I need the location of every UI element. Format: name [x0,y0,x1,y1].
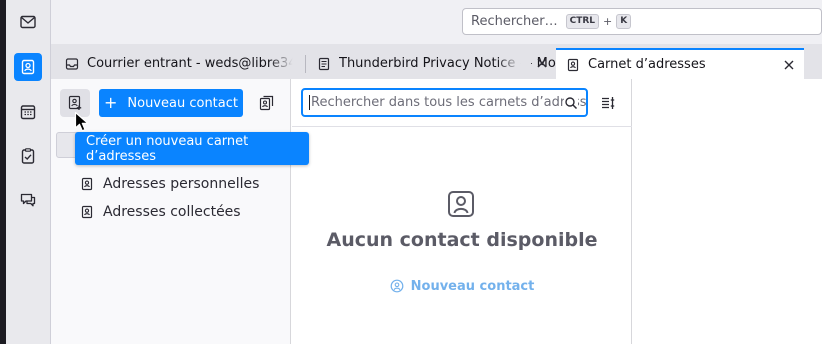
text-caret [309,95,310,110]
mail-space-button[interactable] [14,8,42,36]
address-book-icon [81,177,93,191]
new-list-button[interactable] [257,93,277,113]
book-item-collected[interactable]: Adresses collectées [80,201,241,223]
mouse-cursor-icon [74,111,89,132]
envelope-icon [20,15,36,29]
empty-state-link-label: Nouveau contact [410,278,535,294]
contact-details-pane [633,79,822,344]
tab-inbox[interactable]: Courrier entrant - weds@libre34.org [55,48,303,79]
chat-bubbles-icon [20,193,36,207]
contacts-pane: Rechercher dans tous les carnets d’adres… [292,79,632,344]
tasks-space-button[interactable] [14,142,42,170]
shortcut-k-key: K [616,14,632,29]
search-icon [564,96,578,110]
close-icon[interactable] [535,56,549,70]
tab-privacy-notice[interactable]: Thunderbird Privacy Notice — Mozilla [307,48,557,79]
tab-separator [305,55,306,73]
chat-space-button[interactable] [14,186,42,214]
tab-address-book[interactable]: Carnet d’adresses [556,48,804,79]
global-search-placeholder: Rechercher… [471,14,558,29]
empty-state-new-contact-link[interactable]: Nouveau contact [292,277,632,295]
contact-search-placeholder: Rechercher dans tous les carnets d’adres… [311,95,586,110]
address-book-icon [81,205,93,219]
address-book-icon [567,58,579,71]
tab-address-book-label: Carnet d’adresses [588,57,706,72]
contact-search-input[interactable]: Rechercher dans tous les carnets d’adres… [301,88,588,117]
calendar-space-button[interactable] [14,98,42,126]
contact-placeholder-icon [448,191,474,217]
tab-strip: Courrier entrant - weds@libre34.org Thun… [51,44,822,79]
new-address-book-icon [68,95,82,110]
list-display-options-icon[interactable] [600,95,616,111]
empty-state-title: Aucun contact disponible [326,229,598,251]
close-icon[interactable] [782,58,796,72]
document-icon [318,57,330,70]
address-book-space-button[interactable] [14,53,42,81]
address-book-view: + Nouveau contact Adresses personnelles … [51,79,822,344]
plus-icon: + [103,93,118,112]
book-item-label: Adresses collectées [103,204,241,220]
book-item-personal[interactable]: Adresses personnelles [80,173,259,195]
new-contact-icon [390,279,404,293]
new-contact-button[interactable]: + Nouveau contact [99,89,243,117]
contacts-toolbar: Rechercher dans tous les carnets d’adres… [292,79,632,127]
new-list-icon [259,95,274,111]
shortcut-plus: + [603,15,613,28]
clipboard-check-icon [21,148,35,164]
book-item-label: Adresses personnelles [103,176,260,192]
new-contact-label: Nouveau contact [127,95,238,111]
shortcut-ctrl-key: CTRL [565,14,600,29]
global-search-input[interactable]: Rechercher… CTRL + K [462,8,822,35]
inbox-icon [65,57,79,70]
calendar-icon [20,105,36,120]
titlebar: Rechercher… CTRL + K [51,0,822,44]
address-book-icon [21,59,35,75]
spaces-toolbar [6,0,51,344]
new-address-book-tooltip: Créer un nouveau carnet d’adresses [75,132,309,165]
